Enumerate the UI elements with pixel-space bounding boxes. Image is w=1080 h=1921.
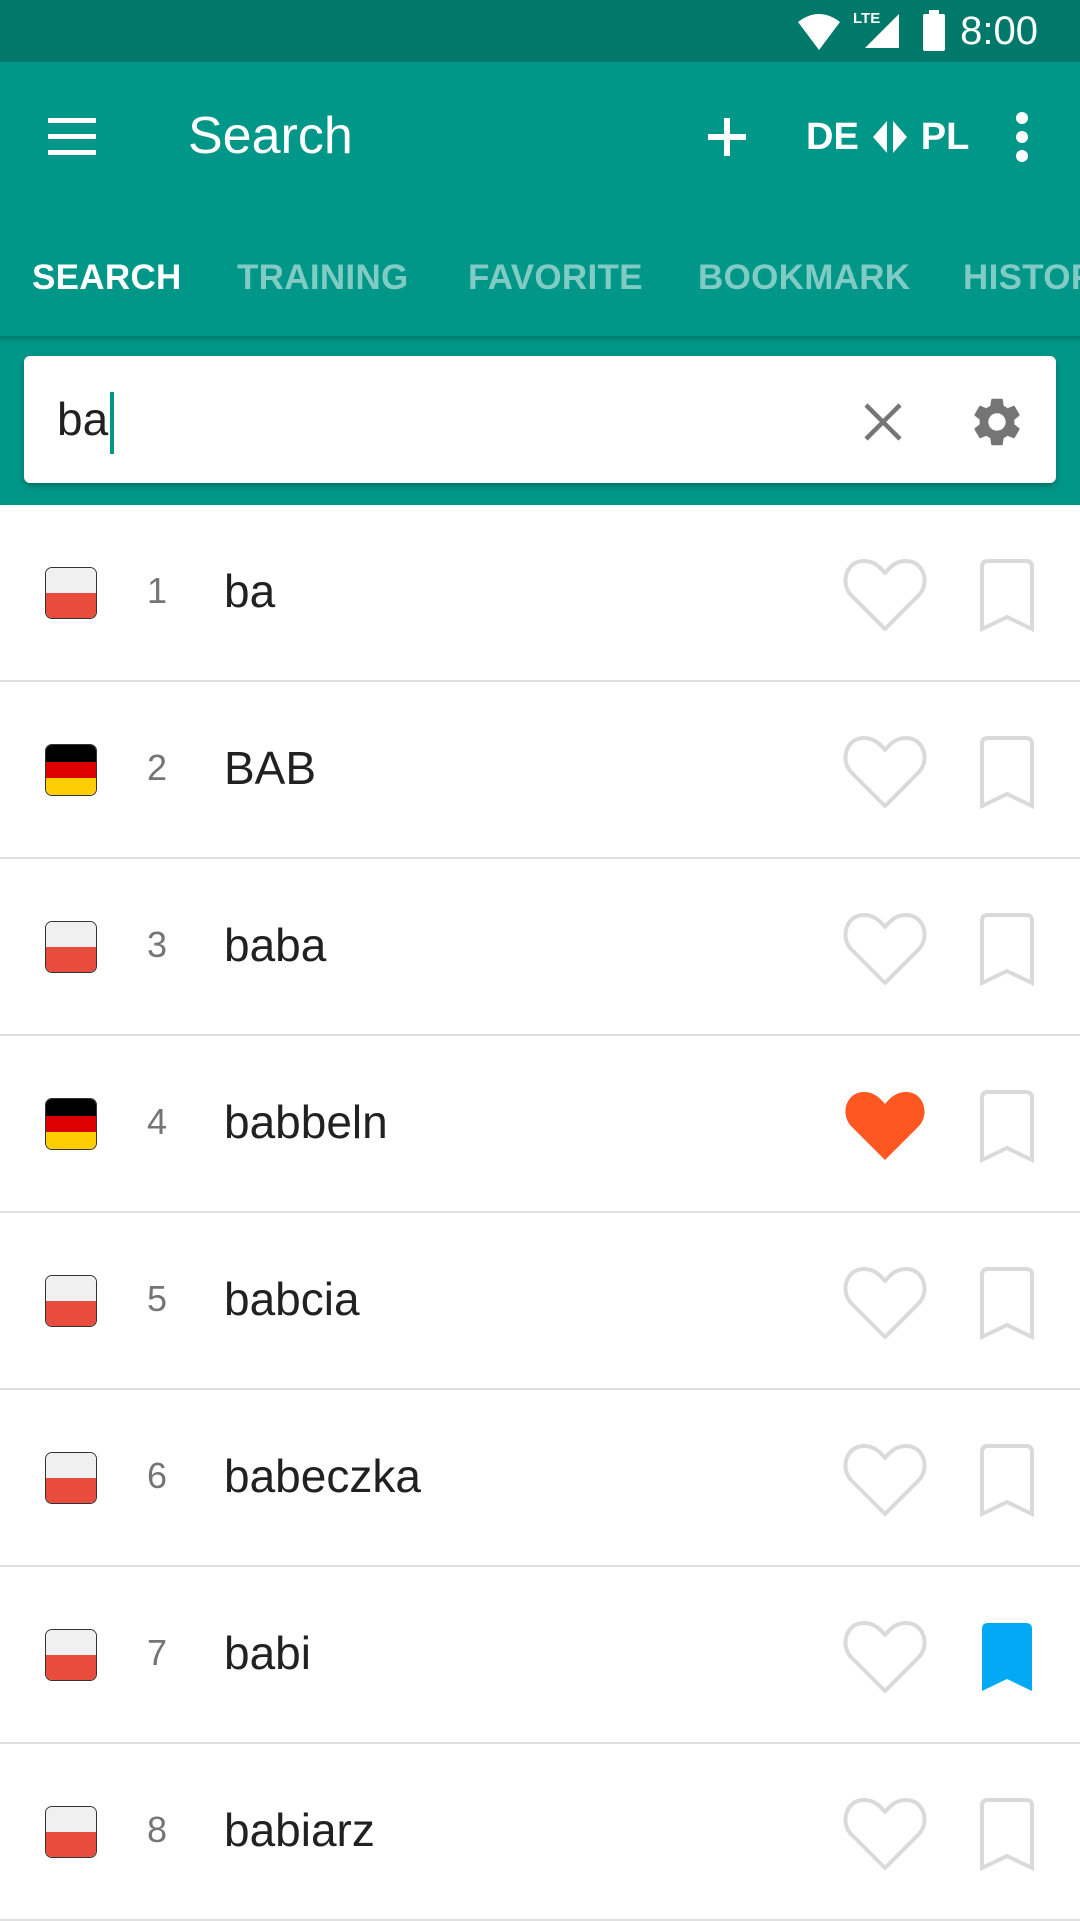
heart-outline-icon[interactable]: [842, 1440, 928, 1520]
polish-flag-icon: [45, 1629, 97, 1681]
heart-outline-icon[interactable]: [842, 555, 928, 635]
tab-bar: SEARCH TRAINING FAVORITE BOOKMARK HISTOR…: [0, 238, 1080, 334]
heart-filled-icon[interactable]: [842, 1086, 928, 1166]
battery-icon: [923, 10, 945, 51]
language-pair-button[interactable]: DE PL: [806, 110, 969, 164]
app-bar: Search DE PL SEARCH TRAINING FAVORITE BO…: [0, 62, 1080, 336]
result-row[interactable]: 2 BAB: [0, 682, 1080, 859]
bookmark-outline-icon[interactable]: [974, 1265, 1040, 1341]
result-row[interactable]: 7 babi: [0, 1567, 1080, 1744]
bookmark-filled-icon[interactable]: [974, 1619, 1040, 1695]
text-caret: [110, 391, 115, 454]
tab-search[interactable]: SEARCH: [32, 258, 182, 298]
gear-icon[interactable]: [968, 393, 1026, 451]
result-word: babi: [224, 1627, 311, 1679]
result-word: babbeln: [224, 1096, 388, 1148]
result-row[interactable]: 6 babeczka: [0, 1390, 1080, 1567]
search-input-value: ba: [57, 393, 109, 445]
tab-favorite[interactable]: FAVORITE: [468, 258, 643, 298]
hamburger-icon[interactable]: [44, 114, 100, 160]
plus-icon[interactable]: [700, 110, 754, 164]
bookmark-outline-icon[interactable]: [974, 734, 1040, 810]
result-index: 5: [146, 1278, 168, 1319]
lte-signal-icon: [865, 14, 899, 48]
more-vert-icon[interactable]: [1004, 108, 1040, 166]
swap-arrows-icon: [871, 119, 909, 155]
results-list: 1 ba 2 BAB 3 baba 4 babbeln 5 babcia 6 babeczka 7 bab…: [0, 505, 1080, 1921]
result-index: 4: [146, 1101, 168, 1142]
result-index: 3: [146, 924, 168, 965]
result-index: 1: [146, 570, 168, 611]
search-box: ba: [24, 356, 1056, 483]
german-flag-icon: [45, 744, 97, 796]
result-row[interactable]: 5 babcia: [0, 1213, 1080, 1390]
polish-flag-icon: [45, 1452, 97, 1504]
result-row[interactable]: 3 baba: [0, 859, 1080, 1036]
bookmark-outline-icon[interactable]: [974, 1088, 1040, 1164]
heart-outline-icon[interactable]: [842, 732, 928, 812]
bookmark-outline-icon[interactable]: [974, 1796, 1040, 1872]
result-word: babcia: [224, 1273, 360, 1325]
tab-bookmark[interactable]: BOOKMARK: [698, 258, 910, 298]
page-title: Search: [188, 107, 353, 165]
bookmark-outline-icon[interactable]: [974, 911, 1040, 987]
result-index: 6: [146, 1455, 168, 1496]
result-word: ba: [224, 565, 276, 617]
polish-flag-icon: [45, 921, 97, 973]
result-word: baba: [224, 919, 327, 971]
polish-flag-icon: [45, 1275, 97, 1327]
wifi-icon: [798, 14, 840, 50]
result-index: 8: [146, 1809, 168, 1850]
german-flag-icon: [45, 1098, 97, 1150]
status-time: 8:00: [960, 9, 1038, 53]
tab-training[interactable]: TRAINING: [237, 258, 409, 298]
target-language: PL: [920, 115, 970, 158]
polish-flag-icon: [45, 567, 97, 619]
result-word: BAB: [224, 742, 317, 794]
result-index: 2: [146, 747, 168, 788]
result-row[interactable]: 1 ba: [0, 505, 1080, 682]
result-word: babiarz: [224, 1804, 375, 1856]
search-area: ba: [0, 336, 1080, 505]
tab-history[interactable]: HISTORY: [963, 258, 1080, 298]
close-icon[interactable]: [860, 399, 906, 445]
bookmark-outline-icon[interactable]: [974, 557, 1040, 633]
result-word: babeczka: [224, 1450, 421, 1502]
result-row[interactable]: 8 babiarz: [0, 1744, 1080, 1921]
result-row[interactable]: 4 babbeln: [0, 1036, 1080, 1213]
result-index: 7: [146, 1632, 168, 1673]
heart-outline-icon[interactable]: [842, 909, 928, 989]
search-input[interactable]: ba: [57, 386, 115, 454]
heart-outline-icon[interactable]: [842, 1617, 928, 1697]
source-language: DE: [806, 115, 859, 158]
heart-outline-icon[interactable]: [842, 1794, 928, 1874]
bookmark-outline-icon[interactable]: [974, 1442, 1040, 1518]
status-bar: LTE 8:00: [0, 0, 1080, 62]
heart-outline-icon[interactable]: [842, 1263, 928, 1343]
polish-flag-icon: [45, 1806, 97, 1858]
